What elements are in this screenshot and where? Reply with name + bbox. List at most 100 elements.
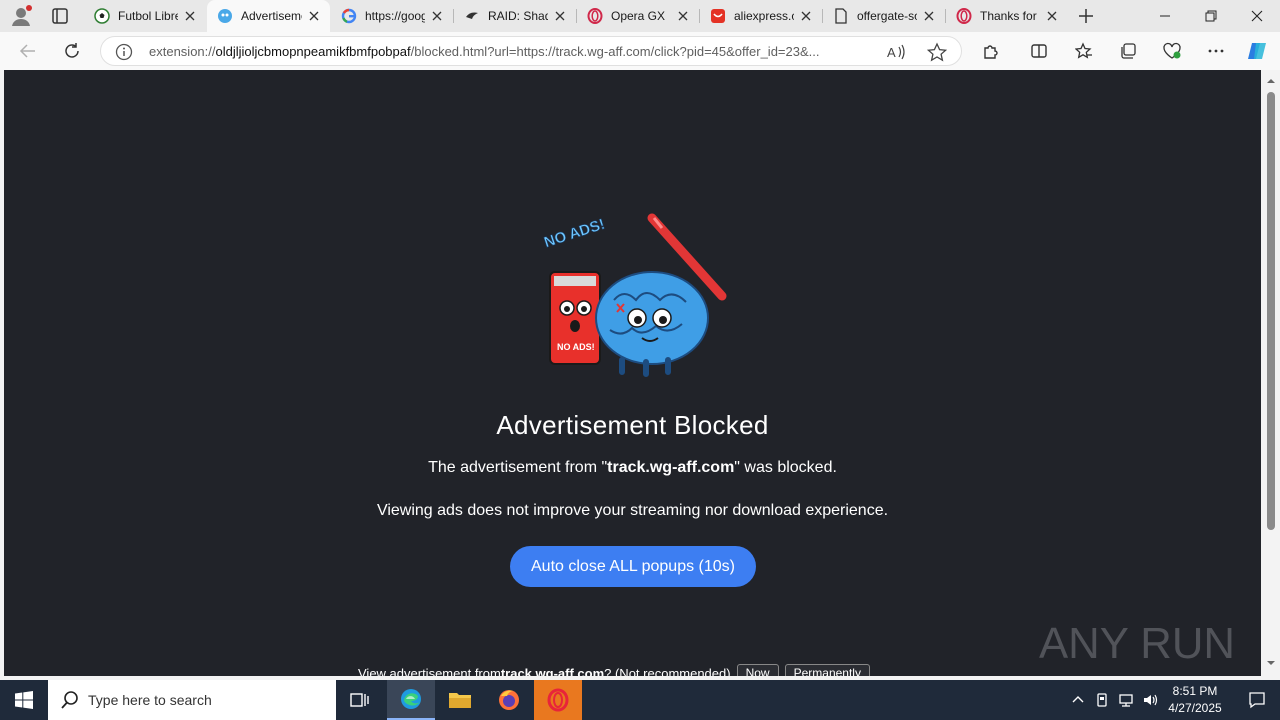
plus-icon: [1079, 9, 1093, 23]
refresh-button[interactable]: [58, 37, 86, 65]
svg-text:ANY RUN: ANY RUN: [1039, 619, 1235, 668]
close-tab-icon[interactable]: [1044, 8, 1060, 24]
copilot-icon: [1248, 43, 1266, 59]
tab-aliexpress[interactable]: aliexpress.com: [700, 0, 822, 32]
read-aloud-icon[interactable]: A: [886, 42, 908, 62]
scroll-down-arrow-icon: [1267, 661, 1275, 665]
view-domain: track.wg-aff.com: [500, 665, 605, 677]
taskbar-firefox-app[interactable]: [485, 680, 533, 720]
minimize-button[interactable]: [1142, 0, 1188, 32]
url-text[interactable]: extension://oldjljioljcbmopnpeamikfbmfpo…: [149, 44, 879, 59]
close-tab-icon[interactable]: [675, 8, 691, 24]
browser-essentials-button[interactable]: [1158, 37, 1186, 65]
blocked-message: The advertisement from "track.wg-aff.com…: [4, 459, 1261, 477]
tab-raid[interactable]: RAID: Shadow Legends: [454, 0, 576, 32]
tray-overflow-button[interactable]: [1068, 680, 1088, 720]
tab-actions-icon[interactable]: [48, 5, 72, 27]
tab-offergate[interactable]: offergate-software: [823, 0, 945, 32]
tray-volume-button[interactable]: [1140, 680, 1160, 720]
search-icon: [61, 691, 78, 709]
tab-strip: Futbol Libre Advertisement Blocked https…: [0, 0, 1280, 32]
favorites-icon: [1075, 42, 1092, 59]
raid-icon: [464, 8, 480, 24]
close-tab-icon[interactable]: [182, 8, 198, 24]
blocked-domain: track.wg-aff.com: [607, 459, 735, 476]
scrollbar-thumb[interactable]: [1267, 92, 1275, 530]
close-tab-icon[interactable]: [429, 8, 445, 24]
tab-futbol-libre[interactable]: Futbol Libre: [84, 0, 206, 32]
no-ads-mascot-image: NO ADS! NO ADS!: [534, 200, 734, 378]
taskbar-opera-app[interactable]: [534, 680, 582, 720]
taskbar-edge-app[interactable]: [387, 680, 435, 720]
blocked-text-after: " was blocked.: [734, 459, 837, 476]
info-note: Viewing ads does not improve your stream…: [376, 502, 889, 519]
task-view-icon: [350, 693, 369, 707]
settings-more-button[interactable]: [1202, 37, 1230, 65]
restore-icon: [1205, 10, 1217, 22]
split-screen-button[interactable]: [1025, 37, 1053, 65]
tab-separator: [576, 9, 577, 23]
address-bar[interactable]: extension://oldjljioljcbmopnpeamikfbmfpo…: [100, 36, 962, 66]
firefox-icon: [499, 690, 519, 710]
action-center-button[interactable]: [1234, 680, 1280, 720]
tray-network-button[interactable]: [1116, 680, 1136, 720]
tab-thanks-for[interactable]: Thanks for: [946, 0, 1068, 32]
tab-separator: [699, 9, 700, 23]
puzzle-icon: [984, 45, 998, 59]
new-tab-button[interactable]: [1073, 4, 1099, 28]
tab-title: https://google: [365, 9, 425, 23]
taskbar-file-explorer-app[interactable]: [436, 680, 484, 720]
svg-text:A: A: [887, 45, 896, 60]
opera-icon: [587, 8, 603, 24]
soccer-ball-icon: [94, 8, 110, 24]
split-screen-icon: [1031, 44, 1047, 58]
close-tab-icon[interactable]: [552, 8, 568, 24]
close-icon: [1251, 10, 1263, 22]
start-button[interactable]: [0, 680, 48, 720]
scroll-up-arrow-icon: [1267, 79, 1275, 83]
usb-device-icon: [1097, 693, 1107, 707]
tab-opera-gx[interactable]: Opera GX: [577, 0, 699, 32]
close-tab-icon[interactable]: [921, 8, 937, 24]
info-icon[interactable]: [115, 43, 133, 61]
tab-google[interactable]: https://google: [331, 0, 453, 32]
url-path: /blocked.html?url=https://track.wg-aff.c…: [410, 44, 820, 59]
extensions-button[interactable]: [977, 37, 1005, 65]
close-window-button[interactable]: [1234, 0, 1280, 32]
copilot-button[interactable]: [1243, 37, 1271, 65]
view-advertisement-row: View advertisement from track.wg-aff.com…: [358, 664, 870, 676]
tab-advertisement-blocked[interactable]: Advertisement Blocked: [207, 0, 330, 32]
tab-title: aliexpress.com: [734, 9, 794, 23]
heartbeat-icon: [1163, 42, 1181, 59]
close-tab-icon[interactable]: [798, 8, 814, 24]
tray-device-button[interactable]: [1092, 680, 1112, 720]
collections-button[interactable]: [1114, 37, 1142, 65]
tab-separator: [945, 9, 946, 23]
folder-icon: [449, 693, 471, 708]
view-permanently-button[interactable]: Permanently: [784, 664, 870, 676]
profile-avatar-icon[interactable]: [10, 5, 32, 27]
tab-title: Thanks for: [980, 9, 1037, 23]
page-scrollbar[interactable]: [1261, 70, 1280, 676]
opera-icon: [547, 688, 569, 712]
url-domain: oldjljioljcbmopnpeamikfbmfpobpaf: [215, 44, 411, 59]
taskbar-search-box[interactable]: Type here to search: [48, 680, 336, 720]
tab-separator: [822, 9, 823, 23]
more-dots-icon: [1208, 49, 1224, 53]
favorite-star-icon[interactable]: [926, 42, 948, 62]
favorites-button[interactable]: [1070, 37, 1098, 65]
back-button[interactable]: [14, 37, 42, 65]
aliexpress-icon: [710, 8, 726, 24]
tab-title: RAID: Shadow Legends: [488, 9, 548, 23]
view-prefix: View advertisement from: [358, 665, 501, 677]
page-title: Advertisement Blocked: [496, 410, 769, 440]
taskbar-clock[interactable]: 8:51 PM 4/27/2025: [1160, 683, 1230, 717]
windows-logo-icon: [15, 691, 33, 709]
page-viewport: NO ADS! NO ADS! Advertisement Blocked Th…: [4, 70, 1261, 676]
view-now-button[interactable]: Now: [736, 664, 779, 676]
auto-close-popups-button[interactable]: Auto close ALL popups (10s): [510, 546, 756, 587]
restore-button[interactable]: [1188, 0, 1234, 32]
task-view-button[interactable]: [336, 680, 384, 720]
tab-title: Opera GX: [611, 9, 666, 23]
close-tab-icon[interactable]: [306, 8, 322, 24]
